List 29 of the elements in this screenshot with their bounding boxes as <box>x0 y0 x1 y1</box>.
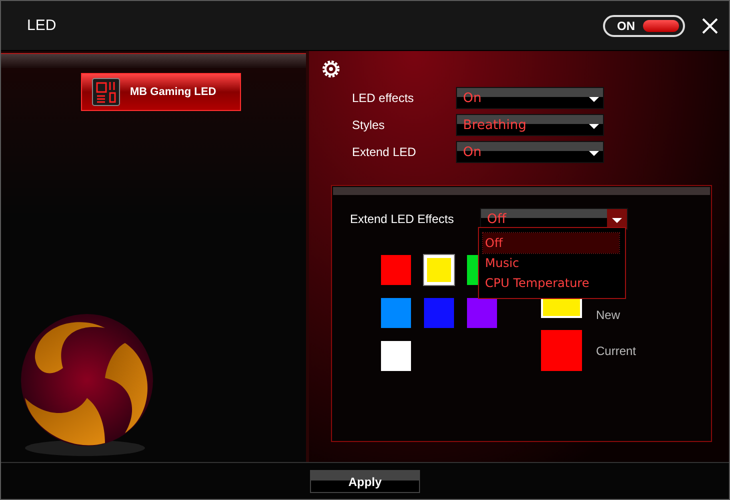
setting-label: Extend LED <box>352 145 418 159</box>
power-toggle[interactable]: ON <box>603 14 685 36</box>
color-swatch[interactable] <box>381 341 411 371</box>
setting-dropdown[interactable]: On <box>456 87 604 109</box>
settings-icon <box>321 59 341 79</box>
close-icon[interactable] <box>701 16 719 34</box>
current-color-label: Current <box>596 344 636 358</box>
caret-icon <box>589 97 599 102</box>
color-swatch[interactable] <box>381 298 411 328</box>
sidebar-item[interactable]: MB Gaming LED <box>81 73 241 111</box>
menu-option[interactable]: CPU Temperature <box>483 273 619 293</box>
menu-option[interactable]: Music <box>483 253 619 273</box>
setting-label: Styles <box>352 118 386 132</box>
menu-option[interactable]: Off <box>483 233 619 253</box>
toggle-label: ON <box>617 18 635 32</box>
motherboard-icon <box>92 78 120 106</box>
setting-dropdown[interactable]: Breathing <box>456 114 604 136</box>
color-swatch[interactable] <box>467 298 497 328</box>
effects-label: Extend LED Effects <box>350 212 455 226</box>
color-swatch[interactable] <box>424 298 454 328</box>
caret-icon <box>589 124 599 129</box>
caret-icon <box>589 151 599 156</box>
new-color-label: New <box>596 308 622 322</box>
setting-dropdown[interactable]: On <box>456 141 604 163</box>
setting-label: LED effects <box>352 91 415 105</box>
color-swatch[interactable] <box>381 255 411 285</box>
apply-button[interactable]: Apply <box>310 470 420 493</box>
window-title: LED <box>27 17 58 34</box>
color-swatch[interactable] <box>424 255 454 285</box>
